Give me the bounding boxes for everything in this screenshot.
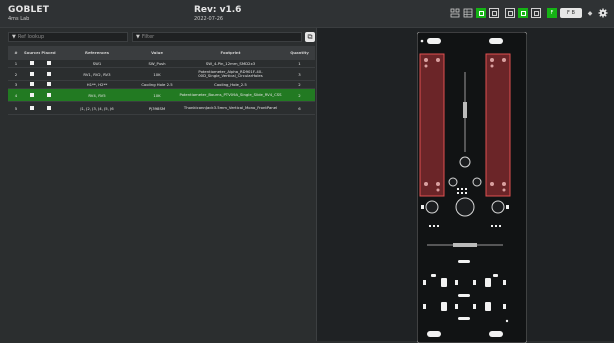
split-icon[interactable]: [489, 8, 499, 18]
column-header[interactable]: Footprint: [177, 50, 284, 55]
column-header[interactable]: Quantity: [284, 50, 315, 55]
footprint-cell: Potentiometer_Alpha_RD901F-40-00D_Single…: [198, 69, 263, 78]
filter-icon: ▼: [136, 34, 140, 40]
revision-label: Rev: v1.6: [194, 5, 242, 15]
pcb-canvas[interactable]: [317, 28, 614, 343]
column-header[interactable]: References: [57, 50, 137, 55]
footprint-cell: SW_4-Pin_12mm_SMD2x3: [205, 61, 256, 66]
quantity-cell: 1: [298, 61, 301, 66]
toolbar: F F B ◆: [450, 8, 608, 18]
references-cell: RV4, RV5: [88, 92, 106, 98]
dark-toggle[interactable]: ◆: [585, 8, 595, 18]
placed-checkbox[interactable]: [40, 71, 57, 77]
column-header[interactable]: Placed: [40, 50, 57, 55]
table-header: # Sourced Placed References Value Footpr…: [8, 46, 315, 60]
table-body: 1 SW1 SW_Push SW_4-Pin_12mm_SMD2x3 1 2 R…: [8, 60, 315, 115]
table-row[interactable]: 5 J1, J2, J3, J4, J5, J6 Pj398SM Thonkic…: [8, 102, 315, 115]
placed-checkbox[interactable]: [40, 92, 57, 98]
settings-icon[interactable]: [598, 8, 608, 18]
list-icon[interactable]: [505, 8, 515, 18]
column-header[interactable]: Sourced: [24, 50, 40, 55]
table-row[interactable]: 3 H1**, H2** Cooling Hole 2.5 Cooling_Ho…: [8, 81, 315, 89]
row-number: 2: [14, 71, 18, 77]
sourced-checkbox[interactable]: [24, 92, 40, 98]
copy-button[interactable]: ⧉: [305, 32, 315, 42]
value-cell: Pj398SM: [148, 105, 166, 111]
sourced-checkbox[interactable]: [24, 105, 40, 111]
bom-table: # Sourced Placed References Value Footpr…: [8, 46, 315, 115]
references-cell: SW1: [92, 61, 102, 66]
table-row[interactable]: 1 SW1 SW_Push SW_4-Pin_12mm_SMD2x3 1: [8, 60, 315, 68]
quantity-cell: 6: [298, 105, 301, 111]
slider-rv4: [419, 53, 445, 197]
references-cell: H1**, H2**: [86, 82, 108, 87]
table-row-selected[interactable]: 4 RV4, RV5 10K Potentiometer_Bourns_PTV0…: [8, 89, 315, 102]
filter-bar: ▼ Ref lookup ▼ Filter ⧉: [8, 31, 315, 44]
quantity-cell: 2: [298, 92, 301, 98]
filter-icon: ▼: [12, 34, 16, 40]
footprint-cell: ThonkiconnJack3.5mm_Vertical_Mono_FrontP…: [183, 105, 278, 110]
column-header[interactable]: #: [8, 50, 24, 55]
filter-placeholder: Filter: [141, 34, 155, 40]
references-cell: RV1, RV2, RV3: [83, 71, 111, 77]
revision-block: Rev: v1.6 2022-07-26: [194, 5, 241, 22]
layout-icon[interactable]: [476, 8, 486, 18]
pcb-board[interactable]: [417, 32, 527, 343]
ref-lookup-placeholder: Ref lookup: [17, 34, 45, 40]
row-number: 3: [14, 82, 18, 87]
fb-toggle[interactable]: F B: [560, 8, 582, 18]
columns-icon[interactable]: [531, 8, 541, 18]
footprint-cell: Cooling_Hole_2.5: [214, 82, 247, 87]
value-cell: Cooling Hole 2.5: [141, 82, 173, 87]
row-number: 5: [14, 105, 18, 111]
fb-label: F B: [567, 10, 575, 16]
top-bar: GOBLET 4ms Lab Rev: v1.6 2022-07-26 F F …: [0, 0, 614, 28]
ref-lookup-input[interactable]: ▼ Ref lookup: [8, 32, 128, 42]
sourced-checkbox[interactable]: [24, 71, 40, 77]
bom-left-icon[interactable]: [450, 8, 460, 18]
quantity-cell: 3: [298, 71, 301, 77]
sourced-checkbox[interactable]: [24, 61, 40, 66]
row-number: 4: [14, 92, 18, 98]
footprint-cell: Potentiometer_Bourns_PTV09A_Single_Slide…: [179, 92, 282, 97]
split-active-icon[interactable]: [518, 8, 528, 18]
slider-rv5: [485, 53, 511, 197]
references-cell: J1, J2, J3, J4, J5, J6: [80, 105, 114, 111]
title-block: GOBLET 4ms Lab: [8, 5, 49, 22]
table-icon[interactable]: [463, 8, 473, 18]
app-title: GOBLET: [8, 5, 50, 15]
quantity-cell: 2: [298, 82, 301, 87]
filter-input[interactable]: ▼ Filter: [132, 32, 302, 42]
placed-checkbox[interactable]: [40, 82, 57, 87]
table-row[interactable]: 2 RV1, RV2, RV3 10K Potentiometer_Alpha_…: [8, 68, 315, 81]
fabrication-toggle[interactable]: F: [547, 8, 557, 18]
app-subtitle: 4ms Lab: [8, 16, 30, 22]
column-header[interactable]: Value: [137, 50, 177, 55]
placed-checkbox[interactable]: [40, 105, 57, 111]
value-cell: 10K: [153, 71, 161, 77]
sourced-checkbox[interactable]: [24, 82, 40, 87]
row-number: 1: [14, 61, 18, 66]
value-cell: 10K: [153, 92, 161, 98]
bom-panel: ▼ Ref lookup ▼ Filter ⧉ # Sourced Placed…: [8, 31, 315, 337]
revision-date: 2022-07-26: [194, 16, 224, 22]
value-cell: SW_Push: [148, 61, 166, 66]
placed-checkbox[interactable]: [40, 61, 57, 66]
